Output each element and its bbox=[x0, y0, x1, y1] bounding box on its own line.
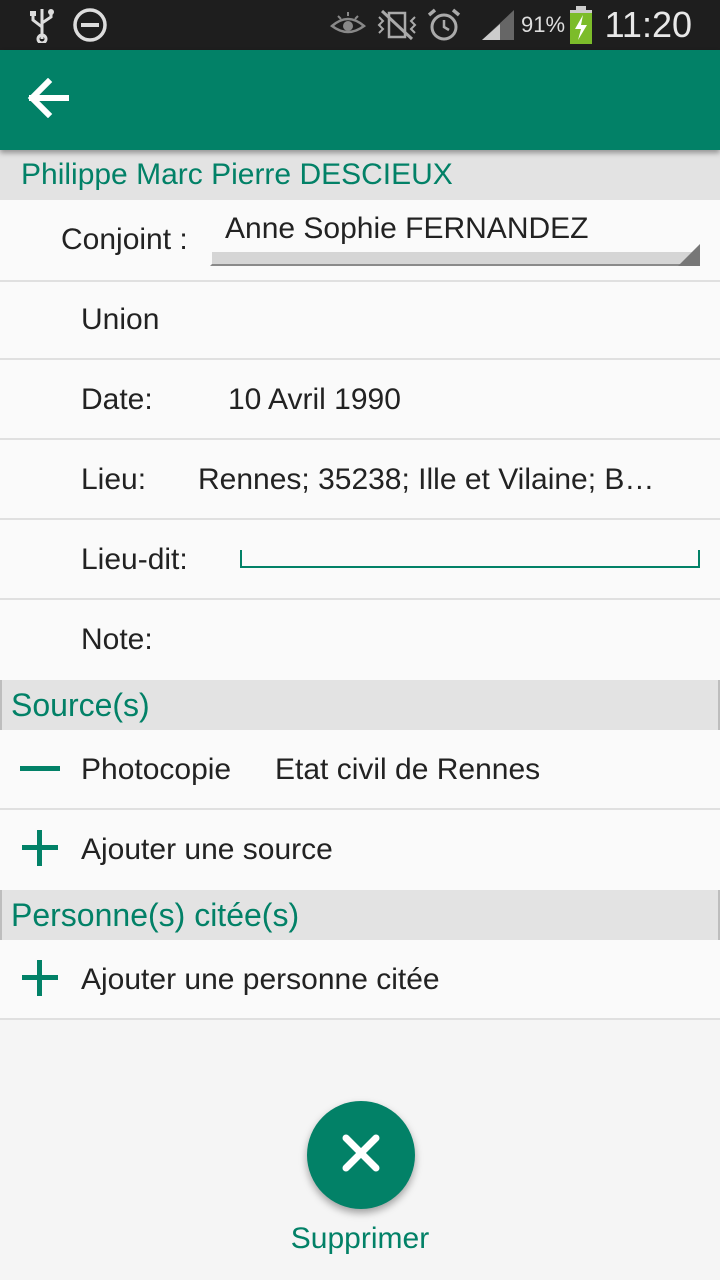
sources-title: Source(s) bbox=[11, 687, 150, 723]
person-name: Philippe Marc Pierre DESCIEUX bbox=[21, 158, 453, 191]
spouse-label: Conjoint : bbox=[61, 223, 188, 256]
persons-cited-section-header: Personne(s) citée(s) bbox=[0, 890, 720, 940]
plus-icon bbox=[20, 958, 60, 1003]
dropdown-corner-icon bbox=[678, 244, 700, 266]
source-item[interactable]: Photocopie Etat civil de Rennes bbox=[0, 730, 720, 810]
place-row[interactable]: Lieu: Rennes; 35238; Ille et Vilaine; B… bbox=[0, 440, 720, 520]
delete-button[interactable] bbox=[307, 1101, 415, 1209]
do-not-disturb-icon bbox=[72, 0, 108, 50]
union-row: Union bbox=[0, 282, 720, 360]
back-button[interactable] bbox=[20, 74, 76, 126]
place-label: Lieu: bbox=[81, 463, 147, 496]
date-row[interactable]: Date: 10 Avril 1990 bbox=[0, 360, 720, 440]
arrow-back-icon bbox=[26, 77, 70, 123]
source-type: Photocopie bbox=[81, 753, 232, 786]
spouse-spinner[interactable]: Anne Sophie FERNANDEZ bbox=[210, 200, 700, 266]
spouse-value: Anne Sophie FERNANDEZ bbox=[225, 212, 589, 245]
person-header: Philippe Marc Pierre DESCIEUX bbox=[0, 150, 720, 200]
close-icon bbox=[341, 1133, 381, 1178]
spinner-underline bbox=[210, 252, 700, 266]
add-source-button[interactable] bbox=[18, 828, 62, 872]
alarm-icon bbox=[425, 0, 463, 50]
remove-source-button[interactable] bbox=[18, 748, 62, 792]
vibrate-off-icon bbox=[376, 0, 418, 50]
date-value[interactable]: 10 Avril 1990 bbox=[228, 383, 401, 417]
add-person-row[interactable]: Ajouter une personne citée bbox=[0, 940, 720, 1020]
plus-icon bbox=[20, 828, 60, 873]
sources-section-header: Source(s) bbox=[0, 680, 720, 730]
app-bar bbox=[0, 50, 720, 150]
spouse-row: Conjoint : Anne Sophie FERNANDEZ bbox=[0, 200, 720, 282]
union-label: Union bbox=[81, 303, 160, 336]
source-name: Etat civil de Rennes bbox=[275, 753, 541, 786]
eye-icon bbox=[330, 0, 366, 50]
add-person-button[interactable] bbox=[18, 958, 62, 1002]
signal-icon bbox=[480, 0, 516, 50]
lieudit-row: Lieu-dit: bbox=[0, 520, 720, 600]
lieudit-label: Lieu-dit: bbox=[81, 543, 188, 576]
add-source-row[interactable]: Ajouter une source bbox=[0, 810, 720, 890]
usb-icon bbox=[28, 0, 56, 50]
lieudit-input[interactable] bbox=[240, 550, 700, 568]
persons-cited-title: Personne(s) citée(s) bbox=[11, 897, 300, 933]
battery-percent: 91% bbox=[521, 12, 566, 37]
note-label: Note: bbox=[81, 623, 153, 656]
status-time: 11:20 bbox=[604, 4, 692, 45]
add-source-label[interactable]: Ajouter une source bbox=[81, 833, 333, 867]
place-value[interactable]: Rennes; 35238; Ille et Vilaine; B… bbox=[198, 463, 698, 497]
delete-label[interactable]: Supprimer bbox=[0, 1222, 720, 1256]
battery-charging-icon bbox=[568, 0, 594, 50]
add-person-label[interactable]: Ajouter une personne citée bbox=[81, 963, 440, 997]
status-bar: 91% 11:20 bbox=[0, 0, 720, 50]
note-row[interactable]: Note: bbox=[0, 600, 720, 680]
minus-icon bbox=[20, 761, 60, 779]
date-label: Date: bbox=[81, 383, 153, 416]
